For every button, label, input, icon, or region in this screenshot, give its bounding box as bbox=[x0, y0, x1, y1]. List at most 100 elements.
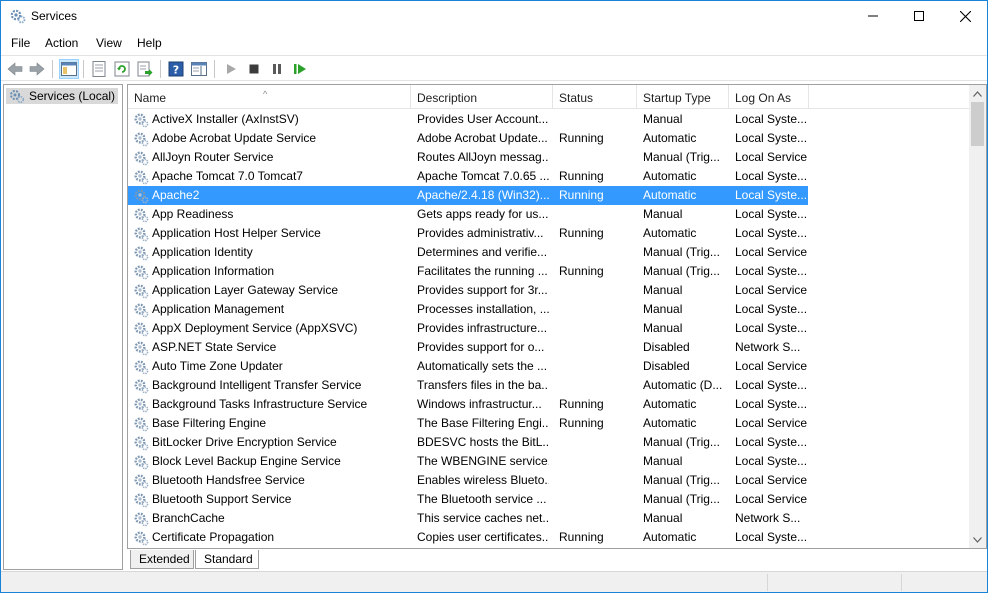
column-header-startup-type[interactable]: Startup Type bbox=[637, 85, 729, 109]
service-name-cell: App Readiness bbox=[152, 207, 234, 221]
scroll-up-button[interactable] bbox=[969, 85, 986, 102]
maximize-button[interactable] bbox=[896, 1, 942, 31]
service-name-cell: Certificate Propagation bbox=[152, 530, 275, 544]
tab-extended[interactable]: Extended bbox=[130, 550, 194, 569]
service-name-cell: Block Level Backup Engine Service bbox=[152, 454, 341, 468]
services-window: Services File Action View Help ? Service… bbox=[0, 0, 988, 593]
service-row[interactable]: Auto Time Zone Updater Automatically sets… bbox=[128, 357, 808, 376]
forward-arrow-icon bbox=[29, 62, 45, 76]
service-log-on-as-cell: Local Syste... bbox=[735, 264, 808, 278]
service-row[interactable]: Bluetooth Support Service The Bluetooth s… bbox=[128, 490, 808, 509]
service-log-on-as-cell: Local Syste... bbox=[735, 226, 808, 240]
help-button[interactable]: ? bbox=[166, 59, 186, 79]
tab-standard[interactable]: Standard bbox=[195, 550, 259, 569]
service-gear-icon bbox=[134, 208, 149, 223]
column-header-name[interactable]: Name ^ bbox=[128, 85, 411, 109]
close-button[interactable] bbox=[942, 1, 988, 31]
pause-service-button[interactable] bbox=[267, 59, 287, 79]
service-row[interactable]: Application Information Facilitates the r… bbox=[128, 262, 808, 281]
menu-help[interactable]: Help bbox=[137, 36, 162, 50]
service-row[interactable]: Base Filtering Engine The Base Filtering … bbox=[128, 414, 808, 433]
service-name-cell: ActiveX Installer (AxInstSV) bbox=[152, 112, 299, 126]
show-action-pane-button[interactable] bbox=[189, 59, 209, 79]
service-log-on-as-cell: Local Syste... bbox=[735, 207, 808, 221]
service-description-cell: Provides infrastructure... bbox=[417, 321, 548, 335]
column-header-log-on-as[interactable]: Log On As bbox=[729, 85, 809, 109]
service-status-cell: Running bbox=[559, 530, 604, 544]
service-row[interactable]: ActiveX Installer (AxInstSV) Provides Use… bbox=[128, 110, 808, 129]
service-row[interactable]: Application Host Helper Service Provides … bbox=[128, 224, 808, 243]
services-gear-icon bbox=[10, 90, 25, 104]
refresh-icon bbox=[114, 61, 130, 77]
refresh-button[interactable] bbox=[112, 59, 132, 79]
service-startup-type-cell: Manual bbox=[643, 454, 683, 468]
tree-item-services-local[interactable]: Services (Local) bbox=[6, 88, 119, 104]
service-log-on-as-cell: Local Syste... bbox=[735, 435, 808, 449]
service-row[interactable]: Background Intelligent Transfer Service T… bbox=[128, 376, 808, 395]
service-row[interactable]: Application Identity Determines and verif… bbox=[128, 243, 808, 262]
service-description-cell: Processes installation, ... bbox=[417, 302, 549, 316]
service-status-cell: Running bbox=[559, 416, 604, 430]
service-row[interactable]: App Readiness Gets apps ready for us... Ma… bbox=[128, 205, 808, 224]
service-gear-icon bbox=[134, 265, 149, 280]
service-row[interactable]: Block Level Backup Engine Service The WBE… bbox=[128, 452, 808, 471]
start-service-button[interactable] bbox=[221, 59, 241, 79]
service-gear-icon bbox=[134, 322, 149, 337]
menu-view[interactable]: View bbox=[96, 36, 122, 50]
service-row[interactable]: Adobe Acrobat Update Service Adobe Acroba… bbox=[128, 129, 808, 148]
service-startup-type-cell: Manual bbox=[643, 112, 683, 126]
forward-button[interactable] bbox=[27, 59, 47, 79]
menu-action[interactable]: Action bbox=[45, 36, 78, 50]
scrollbar-thumb[interactable] bbox=[971, 102, 984, 146]
service-name-cell: Auto Time Zone Updater bbox=[152, 359, 283, 373]
service-name-cell: BranchCache bbox=[152, 511, 225, 525]
service-row[interactable]: Apache Tomcat 7.0 Tomcat7 Apache Tomcat 7… bbox=[128, 167, 808, 186]
maximize-icon bbox=[914, 11, 924, 21]
service-startup-type-cell: Automatic bbox=[643, 416, 697, 430]
tree-item-label: Services (Local) bbox=[29, 89, 116, 103]
service-description-cell: Automatically sets the ... bbox=[417, 359, 548, 373]
minimize-button[interactable] bbox=[850, 1, 896, 31]
back-button[interactable] bbox=[5, 59, 25, 79]
service-row[interactable]: BranchCache This service caches net... Man… bbox=[128, 509, 808, 528]
column-header-status[interactable]: Status bbox=[553, 85, 637, 109]
service-row[interactable]: Certificate Propagation Copies user certi… bbox=[128, 528, 808, 547]
scroll-down-button[interactable] bbox=[969, 531, 986, 548]
service-name-cell: AppX Deployment Service (AppXSVC) bbox=[152, 321, 358, 335]
menu-file[interactable]: File bbox=[11, 36, 30, 50]
service-gear-icon bbox=[134, 113, 149, 128]
service-description-cell: BDESVC hosts the BitL... bbox=[417, 435, 549, 449]
export-list-button[interactable] bbox=[135, 59, 155, 79]
show-hide-console-tree-button[interactable] bbox=[59, 59, 79, 79]
service-log-on-as-cell: Local Syste... bbox=[735, 188, 808, 202]
service-description-cell: Routes AllJoyn messag... bbox=[417, 150, 549, 164]
stop-service-button[interactable] bbox=[244, 59, 264, 79]
service-row[interactable]: Application Management Processes installa… bbox=[128, 300, 808, 319]
service-name-cell: Apache2 bbox=[152, 188, 200, 202]
service-name-cell: Application Identity bbox=[152, 245, 253, 259]
service-gear-icon bbox=[134, 151, 149, 166]
service-startup-type-cell: Manual bbox=[643, 511, 683, 525]
service-startup-type-cell: Automatic bbox=[643, 169, 697, 183]
help-icon: ? bbox=[168, 61, 184, 77]
service-row[interactable]: ASP.NET State Service Provides support fo… bbox=[128, 338, 808, 357]
column-header-description[interactable]: Description bbox=[411, 85, 553, 109]
service-log-on-as-cell: Local Syste... bbox=[735, 131, 808, 145]
restart-icon bbox=[294, 64, 306, 74]
vertical-scrollbar[interactable] bbox=[969, 85, 986, 548]
service-row[interactable]: Application Layer Gateway Service Provide… bbox=[128, 281, 808, 300]
properties-button[interactable] bbox=[89, 59, 109, 79]
service-row[interactable]: AllJoyn Router Service Routes AllJoyn mes… bbox=[128, 148, 808, 167]
service-description-cell: The Base Filtering Engi... bbox=[417, 416, 549, 430]
service-row[interactable]: Background Tasks Infrastructure Service W… bbox=[128, 395, 808, 414]
service-row[interactable]: BitLocker Drive Encryption Service BDESVC… bbox=[128, 433, 808, 452]
close-icon bbox=[959, 10, 971, 22]
service-gear-icon bbox=[134, 379, 149, 394]
service-row[interactable]: Bluetooth Handsfree Service Enables wirel… bbox=[128, 471, 808, 490]
service-row[interactable]: Apache2 Apache/2.4.18 (Win32)... Running Au… bbox=[128, 186, 808, 205]
restart-service-button[interactable] bbox=[290, 59, 310, 79]
service-log-on-as-cell: Network S... bbox=[735, 340, 801, 354]
service-row[interactable]: AppX Deployment Service (AppXSVC) Provide… bbox=[128, 319, 808, 338]
service-name-cell: Bluetooth Support Service bbox=[152, 492, 292, 506]
service-gear-icon bbox=[134, 227, 149, 242]
